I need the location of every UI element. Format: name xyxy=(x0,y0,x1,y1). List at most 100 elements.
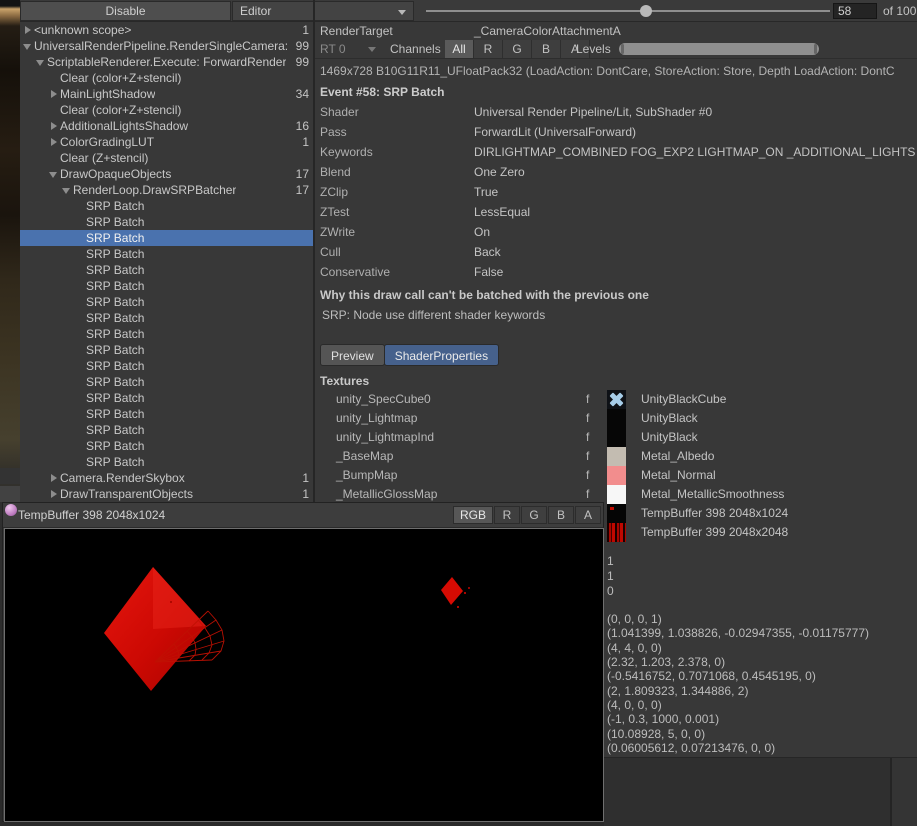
tree-row[interactable]: ScriptableRenderer.Execute: ForwardRende… xyxy=(20,54,313,70)
expander-down-icon[interactable] xyxy=(48,166,60,182)
property-value: DIRLIGHTMAP_COMBINED FOG_EXP2 LIGHTMAP_O… xyxy=(474,142,917,162)
preview-image xyxy=(4,528,604,822)
event-label: Clear (Z+stencil) xyxy=(60,151,148,165)
preview-channel-button-a[interactable]: A xyxy=(575,506,601,524)
tree-row-srp-batch[interactable]: SRP Batch xyxy=(20,358,313,374)
tree-row[interactable]: DrawTransparentObjects1 xyxy=(20,486,313,502)
detail-tabs: PreviewShaderProperties xyxy=(320,344,498,366)
tree-row-srp-batch[interactable]: SRP Batch xyxy=(20,262,313,278)
tree-row-srp-batch[interactable]: SRP Batch xyxy=(20,422,313,438)
render-target-value: _CameraColorAttachmentA xyxy=(474,22,621,40)
tree-row-srp-batch[interactable]: SRP Batch xyxy=(20,326,313,342)
event-label: SRP Batch xyxy=(86,439,144,453)
tree-row-srp-batch[interactable]: SRP Batch xyxy=(20,294,313,310)
channel-button-g[interactable]: G xyxy=(503,40,532,58)
texture-row[interactable]: unity_SpecCube0fUnityBlackCube xyxy=(315,390,917,409)
texture-property-name: unity_LightmapInd xyxy=(336,428,434,447)
rt-index-label: RT 0 xyxy=(320,42,346,56)
vector-value: (2, 1.809323, 1.344886, 2) xyxy=(607,684,869,698)
tree-row[interactable]: UniversalRenderPipeline.RenderSingleCame… xyxy=(20,38,313,54)
tree-row-srp-batch[interactable]: SRP Batch xyxy=(20,230,313,246)
tree-row-srp-batch[interactable]: SRP Batch xyxy=(20,438,313,454)
tree-row-srp-batch[interactable]: SRP Batch xyxy=(20,454,313,470)
expander-down-icon[interactable] xyxy=(61,182,73,198)
vector-value: (-0.5416752, 0.7071068, 0.4545195, 0) xyxy=(607,669,869,683)
render-target-label: RenderTarget xyxy=(320,22,393,40)
tree-row[interactable]: DrawOpaqueObjects17 xyxy=(20,166,313,182)
expander-right-icon[interactable] xyxy=(48,486,60,502)
texture-row[interactable]: _BaseMapfMetal_Albedo xyxy=(315,447,917,466)
tree-row-srp-batch[interactable]: SRP Batch xyxy=(20,390,313,406)
tree-row[interactable]: AdditionalLightsShadow16 xyxy=(20,118,313,134)
no-expander-icon xyxy=(74,342,86,358)
property-name: Keywords xyxy=(320,142,373,162)
tree-row[interactable]: ColorGradingLUT1 xyxy=(20,134,313,150)
tree-row[interactable]: Clear (color+Z+stencil) xyxy=(20,70,313,86)
event-number-field[interactable]: 58 xyxy=(833,3,877,19)
no-expander-icon xyxy=(74,374,86,390)
preview-channel-button-g[interactable]: G xyxy=(521,506,547,524)
no-expander-icon xyxy=(74,198,86,214)
expander-right-icon[interactable] xyxy=(22,22,34,38)
batch-break-title: Why this draw call can't be batched with… xyxy=(320,288,649,302)
expander-down-icon[interactable] xyxy=(22,38,34,54)
tree-row-srp-batch[interactable]: SRP Batch xyxy=(20,214,313,230)
no-expander-icon xyxy=(48,150,60,166)
expander-right-icon[interactable] xyxy=(48,118,60,134)
event-label: SRP Batch xyxy=(86,199,144,213)
property-row: BlendOne Zero xyxy=(315,162,917,182)
preview-channel-button-r[interactable]: R xyxy=(494,506,520,524)
levels-slider[interactable] xyxy=(619,43,819,55)
tree-row-srp-batch[interactable]: SRP Batch xyxy=(20,374,313,390)
texture-row[interactable]: _BumpMapfMetal_Normal xyxy=(315,466,917,485)
tree-row-srp-batch[interactable]: SRP Batch xyxy=(20,278,313,294)
event-slider[interactable] xyxy=(424,0,832,22)
event-count: 1 xyxy=(302,487,313,501)
disable-button[interactable]: Disable xyxy=(20,1,231,21)
tree-row[interactable]: Clear (color+Z+stencil) xyxy=(20,102,313,118)
red-speck-dot xyxy=(610,507,614,510)
tree-row-srp-batch[interactable]: SRP Batch xyxy=(20,406,313,422)
property-name: Blend xyxy=(320,162,351,182)
frame-debugger-window: Disable Editor 58 of 100 <unknown scope>… xyxy=(0,0,917,826)
tree-row[interactable]: Camera.RenderSkybox1 xyxy=(20,470,313,486)
expander-right-icon[interactable] xyxy=(48,86,60,102)
tree-row[interactable]: Clear (Z+stencil) xyxy=(20,150,313,166)
scrollbar-track[interactable] xyxy=(892,758,917,826)
tree-row-srp-batch[interactable]: SRP Batch xyxy=(20,310,313,326)
tree-row[interactable]: MainLightShadow34 xyxy=(20,86,313,102)
rt-index-dropdown[interactable]: RT 0 xyxy=(320,41,380,57)
tree-row-srp-batch[interactable]: SRP Batch xyxy=(20,198,313,214)
expander-right-icon[interactable] xyxy=(48,470,60,486)
float-value: 0 xyxy=(607,584,614,599)
vector-value: (1.041399, 1.038826, -0.02947355, -0.011… xyxy=(607,626,869,640)
texture-flag: f xyxy=(586,447,589,466)
tree-row-srp-batch[interactable]: SRP Batch xyxy=(20,342,313,358)
vector-value: (2.32, 1.203, 2.378, 0) xyxy=(607,655,869,669)
tree-row[interactable]: <unknown scope>1 xyxy=(20,22,313,38)
target-dropdown[interactable]: Editor xyxy=(232,1,414,21)
channel-button-b[interactable]: B xyxy=(532,40,561,58)
tree-row[interactable]: RenderLoop.DrawSRPBatcher17 xyxy=(20,182,313,198)
preview-channel-button-b[interactable]: B xyxy=(548,506,574,524)
batch-break-reason: SRP: Node use different shader keywords xyxy=(322,308,545,322)
preview-channel-button-rgb[interactable]: RGB xyxy=(453,506,493,524)
expander-down-icon[interactable] xyxy=(35,54,47,70)
channel-button-r[interactable]: R xyxy=(474,40,503,58)
event-title: Event #58: SRP Batch xyxy=(320,85,445,99)
property-row: ZClipTrue xyxy=(315,182,917,202)
event-label: RenderLoop.DrawSRPBatcher xyxy=(73,183,236,197)
tab-preview[interactable]: Preview xyxy=(320,344,385,366)
texture-row[interactable]: unity_LightmapIndfUnityBlack xyxy=(315,428,917,447)
preview-titlebar[interactable]: TempBuffer 398 2048x1024 RGBRGBA xyxy=(3,503,603,528)
levels-label: Levels xyxy=(576,41,611,57)
tab-shaderproperties[interactable]: ShaderProperties xyxy=(384,344,499,366)
event-slider-handle[interactable] xyxy=(640,5,652,17)
channel-button-all[interactable]: All xyxy=(445,40,474,58)
event-label: SRP Batch xyxy=(86,359,144,373)
texture-row[interactable]: unity_LightmapfUnityBlack xyxy=(315,409,917,428)
event-properties: ShaderUniversal Render Pipeline/Lit, Sub… xyxy=(315,102,917,282)
expander-right-icon[interactable] xyxy=(48,134,60,150)
tree-row-srp-batch[interactable]: SRP Batch xyxy=(20,246,313,262)
event-label: Clear (color+Z+stencil) xyxy=(60,103,181,117)
